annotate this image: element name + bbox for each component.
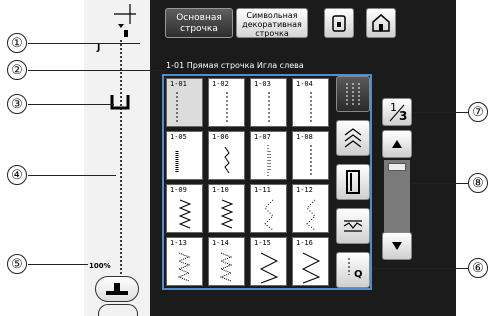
straight-center-stitch-icon	[226, 92, 228, 124]
callout-6: ⑥	[468, 258, 488, 278]
stitch-cell-1-11[interactable]: 1-11	[250, 184, 287, 233]
stitch-code: 1-10	[212, 186, 229, 194]
triple-stretch-stitch-icon	[267, 145, 271, 177]
triple-straight-left-stitch-icon	[175, 151, 179, 173]
stitch-code: 1-01	[170, 80, 187, 88]
stitch-cell-1-16[interactable]: 1-16	[292, 237, 329, 286]
stitch-cell-1-02[interactable]: 1-02	[208, 78, 245, 127]
stitch-cell-1-08[interactable]: 1-08	[292, 131, 329, 180]
scroll-down-button[interactable]	[382, 232, 412, 260]
dotted-zigzag-stitch-icon	[264, 199, 274, 231]
stitch-code: 1-05	[170, 133, 187, 141]
home-icon	[372, 14, 390, 32]
stitch-cell-1-07[interactable]: 1-07	[250, 131, 287, 180]
presser-foot-icon	[106, 283, 128, 295]
stitch-code: 1-03	[254, 80, 271, 88]
stitch-code: 1-12	[296, 186, 313, 194]
triangle-down-icon	[392, 242, 402, 250]
stitch-cell-1-12[interactable]: 1-12	[292, 184, 329, 233]
stitch-cell-1-10[interactable]: 1-10	[208, 184, 245, 233]
basic-tab-label-2: строчка	[180, 24, 218, 34]
lock-button[interactable]	[324, 8, 354, 38]
secondary-round-button[interactable]	[98, 304, 138, 316]
dotted-zigzag-stitch-icon	[306, 199, 316, 231]
buttonhole-icon	[346, 170, 360, 194]
category-decorative-button[interactable]	[336, 208, 370, 244]
straight-center-stitch-icon	[310, 145, 312, 177]
deco-tab-label-2: декоративная	[242, 20, 302, 29]
decorative-stitch-tab[interactable]: Символьная декоративная строчка	[236, 8, 308, 38]
multi-zigzag-stitch-icon	[177, 252, 191, 282]
stitch-cell-1-01[interactable]: 1-01	[166, 78, 203, 127]
stitch-cell-1-09[interactable]: 1-09	[166, 184, 203, 233]
straight-center-stitch-icon	[310, 92, 312, 124]
stitch-code: 1-04	[296, 80, 313, 88]
scroll-up-button[interactable]	[382, 130, 412, 158]
leader-line-6	[372, 268, 470, 270]
category-overcast-button[interactable]	[336, 120, 370, 156]
stitch-code: 1-16	[296, 239, 313, 247]
large-zigzag-stitch-icon	[259, 252, 279, 284]
leader-line-2	[28, 70, 168, 72]
lock-icon	[332, 15, 346, 32]
leader-line-1	[28, 43, 140, 45]
stitch-code: 1-08	[296, 133, 313, 141]
category-buttonhole-button[interactable]	[336, 164, 370, 200]
leader-line-5	[28, 264, 88, 266]
stitch-info-bar: 1-01 Прямая строчка Игла слева	[166, 61, 304, 70]
leader-line-8	[412, 183, 470, 185]
basic-tab-label-1: Основная	[176, 13, 222, 23]
stitch-code: 1-07	[254, 133, 271, 141]
stitch-cell-1-05[interactable]: 1-05	[166, 131, 203, 180]
page-indicator-button[interactable]: 1 3	[382, 98, 412, 126]
stitch-code: 1-15	[254, 239, 271, 247]
callout-1: ①	[7, 33, 27, 53]
triangle-up-icon	[392, 140, 402, 148]
category-quilting-button[interactable]: Q	[336, 252, 370, 288]
stitch-code: 1-11	[254, 186, 271, 194]
zigzag-stitch-icon	[178, 199, 192, 229]
quilting-label: Q	[354, 269, 363, 280]
overcast-stitch-icon	[344, 128, 362, 148]
callout-7: ⑦	[468, 102, 488, 122]
leader-line-3	[28, 104, 114, 106]
callout-2: ②	[7, 60, 27, 80]
large-zigzag-stitch-icon	[301, 252, 321, 284]
deco-tab-label-3: строчка	[255, 29, 289, 38]
stitch-cell-1-04[interactable]: 1-04	[292, 78, 329, 127]
stitch-code: 1-13	[170, 239, 187, 247]
category-utility-button[interactable]	[336, 76, 370, 112]
multi-zigzag-stitch-icon	[219, 252, 233, 282]
stitch-code: 1-06	[212, 133, 229, 141]
utility-stitch-icon	[346, 83, 360, 105]
callout-3: ③	[7, 94, 27, 114]
home-button[interactable]	[366, 8, 396, 38]
page-total: 3	[399, 109, 408, 123]
straight-left-stitch-icon	[176, 92, 178, 124]
stitch-code: 1-14	[212, 239, 229, 247]
stitch-code: 1-09	[170, 186, 187, 194]
callout-5: ⑤	[7, 254, 27, 274]
stretch-diagonal-stitch-icon	[224, 146, 230, 174]
callout-4: ④	[7, 165, 27, 185]
quilting-stitch-icon	[348, 258, 350, 275]
basic-stitch-tab[interactable]: Основная строчка	[165, 8, 233, 38]
stitch-cell-1-15[interactable]: 1-15	[250, 237, 287, 286]
presser-foot-code: J	[97, 43, 101, 53]
stitch-cell-1-06[interactable]: 1-06	[208, 131, 245, 180]
zigzag-stitch-icon	[220, 199, 234, 229]
presser-foot-button[interactable]	[95, 276, 139, 302]
zoom-indicator: 100%	[89, 262, 111, 270]
stitch-cell-1-13[interactable]: 1-13	[166, 237, 203, 286]
callout-8: ⑧	[468, 173, 488, 193]
straight-center-stitch-icon	[268, 92, 270, 124]
deco-tab-label-1: Символьная	[246, 11, 298, 20]
leader-line-4	[28, 175, 116, 177]
stitch-cell-1-14[interactable]: 1-14	[208, 237, 245, 286]
scroll-thumb[interactable]	[388, 163, 406, 171]
stitch-code: 1-02	[212, 80, 229, 88]
decorative-stitch-icon	[343, 220, 363, 232]
stitch-cell-1-03[interactable]: 1-03	[250, 78, 287, 127]
leader-line-7	[412, 112, 470, 114]
